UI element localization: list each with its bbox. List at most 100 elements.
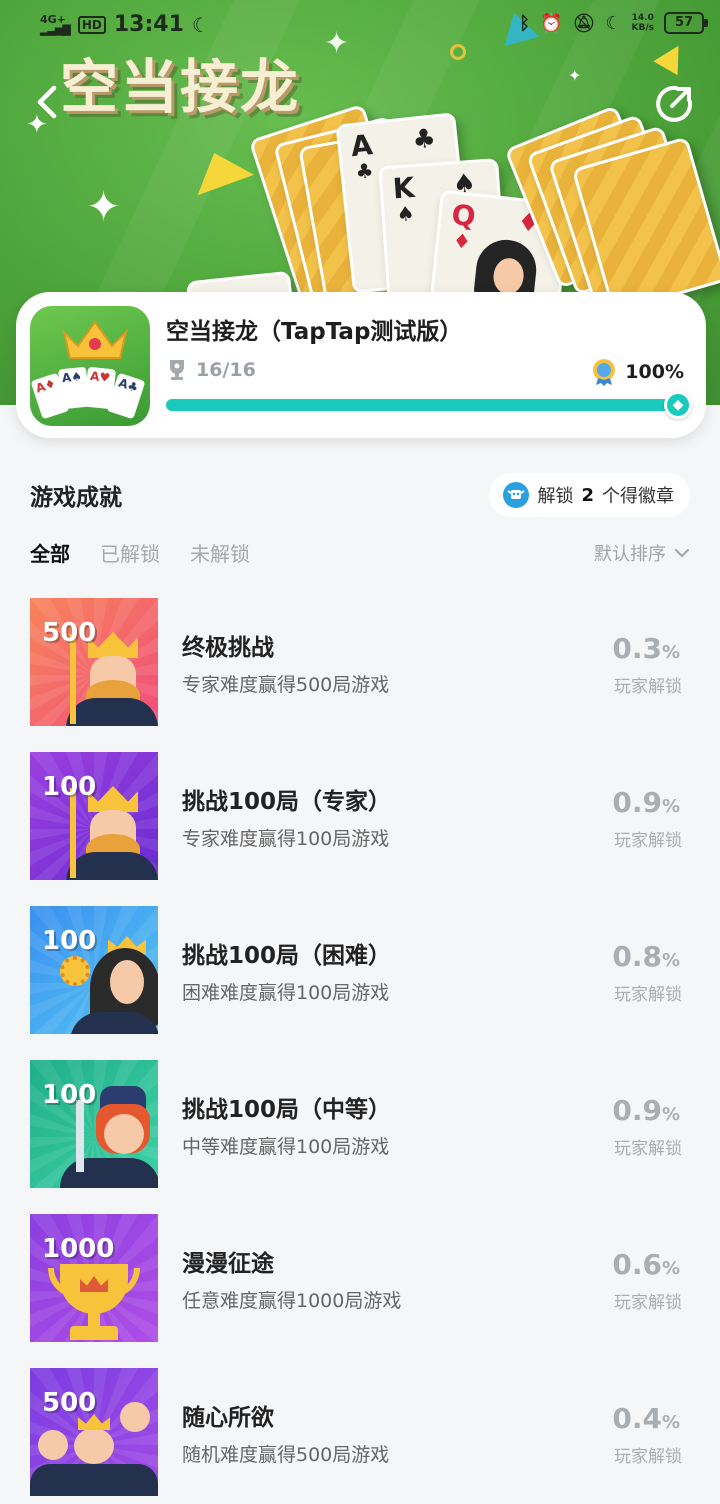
badge-icon [503, 482, 530, 508]
tab-unlocked[interactable]: 已解锁 [100, 538, 160, 567]
achievement-name: 挑战100局（困难） [182, 943, 392, 969]
badge-number: 1000 [42, 1234, 115, 1264]
achievement-item[interactable]: 1000 漫漫征途任意难度赢得1000局游戏 0.6% 玩家解锁 [0, 1214, 720, 1368]
game-info-card: A♦ A♠ A♥ A♣ 空当接龙（TapTap测试版） 16/16 100% ◆ [16, 292, 706, 438]
achievement-description: 困难难度赢得100局游戏 [182, 982, 390, 1004]
achieved-count: 16/16 [196, 359, 256, 381]
unlock-rate-label: 玩家解锁 [614, 1139, 682, 1159]
achievement-count: 16/16 [166, 358, 256, 382]
badge-prefix: 解锁 [537, 486, 574, 507]
achievement-name: 终极挑战 [182, 635, 274, 661]
sparkle-icon: ✦ [568, 66, 582, 85]
unlock-rate-unit: % [661, 642, 680, 663]
section-title: 游戏成就 [30, 485, 122, 511]
status-bar: 4G+ ▂▃▅▇ HD 13:41 ☾ ᛒ ⏰ 🔕︎ ☾ 14.0 KB/s 57 [0, 0, 720, 48]
achievement-badge-image: 100 [30, 752, 158, 880]
unlock-rate-value: 0.6 [612, 1248, 662, 1281]
banner-title: 空当接龙 [60, 53, 301, 121]
achievement-badge-image: 100 [30, 1060, 158, 1188]
battery-indicator: 57 [664, 12, 708, 34]
unlock-rate: 0.9% [612, 1094, 680, 1127]
badge-number: 500 [42, 618, 97, 648]
tab-all[interactable]: 全部 [30, 538, 70, 567]
badge-count: 2 [581, 484, 594, 506]
game-name: 空当接龙（TapTap测试版） [166, 319, 463, 345]
clubs-icon: ♣ [410, 123, 438, 156]
trophy-icon [170, 360, 184, 380]
unlock-rate: 0.6% [612, 1248, 680, 1281]
achievement-item[interactable]: 100 挑战100局（专家） 专家难度赢得100局游戏 0.9% 玩家解锁 [0, 752, 720, 906]
unlock-rate-unit: % [661, 1258, 680, 1279]
unlock-rate-label: 玩家解锁 [614, 985, 682, 1005]
achievement-name: 挑战100局（专家） [182, 789, 392, 815]
achievement-badge-image: 500 [30, 598, 158, 726]
badge-suffix: 个得徽章 [602, 486, 674, 507]
achievement-item[interactable]: 100 挑战100局（中等） 中等难度赢得100局游戏 0.9% 玩家解锁 [0, 1060, 720, 1214]
alarm-icon: ⏰ [540, 12, 563, 34]
achievement-description: 任意难度赢得1000局游戏 [182, 1290, 402, 1312]
badge-number: 500 [42, 1388, 97, 1418]
badge-number: 100 [42, 926, 97, 956]
achievement-name: 随心所欲 [182, 1405, 274, 1431]
unlock-rate-value: 0.8 [612, 940, 662, 973]
network-speed: 14.0 KB/s [631, 13, 654, 33]
completion-percent: 100% [591, 358, 684, 386]
achievement-badge-image: 100 [30, 906, 158, 1034]
game-app-icon: A♦ A♠ A♥ A♣ [30, 306, 150, 426]
badge-number: 100 [42, 1080, 97, 1110]
achievement-description: 专家难度赢得100局游戏 [182, 828, 390, 850]
achievement-list: 500 终极挑战专家难度赢得500局游戏 0.3% 玩家解锁 100 挑战100局（专家）… [0, 598, 720, 1504]
chevron-down-icon [675, 549, 689, 558]
share-button[interactable] [654, 84, 694, 124]
unlock-rate: 0.8% [612, 940, 680, 973]
achievement-name: 漫漫征途 [182, 1251, 274, 1277]
filter-tabs: 全部 已解锁 未解锁 [30, 538, 250, 567]
badge-number: 100 [42, 772, 97, 802]
share-icon [656, 85, 693, 122]
sort-label: 默认排序 [594, 544, 666, 565]
medal-icon [593, 359, 616, 386]
achievement-badge-image: 1000 [30, 1214, 158, 1342]
chevron-left-icon [37, 85, 57, 119]
status-time: 13:41 [113, 12, 184, 37]
hd-indicator: HD [77, 15, 106, 34]
mute-icon: 🔕︎ [572, 12, 596, 34]
unlock-rate-label: 玩家解锁 [614, 1447, 682, 1467]
unlock-rate-value: 0.3 [612, 632, 662, 665]
moon-icon: ☾ [191, 12, 210, 37]
sort-dropdown[interactable]: 默认排序 [594, 540, 690, 566]
achievement-badge-image: 500 [30, 1368, 158, 1496]
back-button[interactable] [28, 80, 72, 124]
unlock-rate-label: 玩家解锁 [614, 831, 682, 851]
achievement-item[interactable]: 500 随心所欲随机难度赢得500局游戏 0.4% 玩家解锁 [0, 1368, 720, 1504]
progress-fill [166, 399, 678, 411]
unlock-rate-value: 0.9 [612, 786, 662, 819]
percent-text: 100% [625, 361, 684, 383]
achievement-description: 中等难度赢得100局游戏 [182, 1136, 390, 1158]
unlock-rate-label: 玩家解锁 [614, 1293, 682, 1313]
unlock-rate: 0.9% [612, 786, 680, 819]
unlock-rate-unit: % [661, 1104, 680, 1125]
achievement-description: 随机难度赢得500局游戏 [182, 1444, 390, 1466]
unlock-rate-label: 玩家解锁 [614, 677, 682, 697]
unlock-rate-unit: % [661, 950, 680, 971]
unlock-rate-value: 0.9 [612, 1094, 662, 1127]
achievement-name: 挑战100局（中等） [182, 1097, 392, 1123]
diamond-icon: ◆ [664, 391, 692, 419]
achievement-description: 专家难度赢得500局游戏 [182, 674, 390, 696]
moon-icon: ☾ [605, 12, 622, 34]
unlock-rate-value: 0.4 [612, 1402, 662, 1435]
network-indicator: 4G+ ▂▃▅▇ [40, 12, 71, 36]
unlock-rate-unit: % [661, 796, 680, 817]
spades-icon: ♠ [395, 201, 416, 227]
unlock-badge-button[interactable]: 解锁 2 个得徽章 [489, 473, 690, 517]
achievement-item[interactable]: 500 终极挑战专家难度赢得500局游戏 0.3% 玩家解锁 [0, 598, 720, 752]
achievement-item[interactable]: 100 挑战100局（困难） 困难难度赢得100局游戏 0.8% 玩家解锁 [0, 906, 720, 1060]
completion-progress-bar: ◆ [166, 391, 692, 419]
tab-locked[interactable]: 未解锁 [190, 538, 250, 567]
clubs-icon: ♣ [354, 158, 375, 184]
bluetooth-icon: ᛒ [519, 12, 531, 34]
unlock-rate: 0.3% [612, 632, 680, 665]
unlock-rate-unit: % [661, 1412, 680, 1433]
sparkle-icon: ✦ [86, 182, 122, 231]
